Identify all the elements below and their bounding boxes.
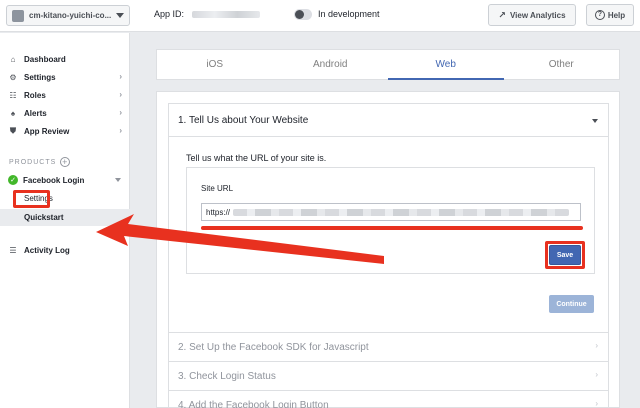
- annotation-arrow-icon: [96, 214, 384, 264]
